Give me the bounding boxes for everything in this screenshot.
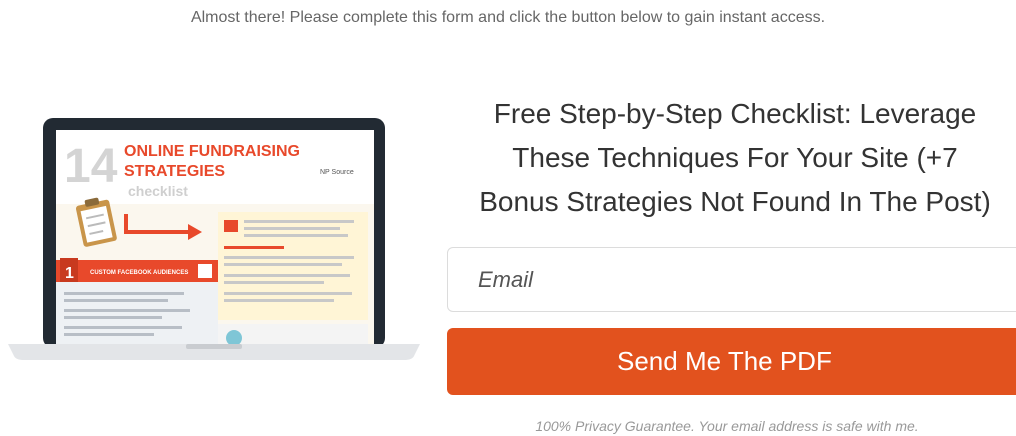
preview-step-number: 1 <box>65 265 74 282</box>
email-input[interactable] <box>447 247 1016 312</box>
instructions-text: Almost there! Please complete this form … <box>190 9 826 26</box>
preview-subtitle: checklist <box>128 183 188 199</box>
preview-title-line2: STRATEGIES <box>124 163 225 180</box>
preview-number: 14 <box>64 140 118 193</box>
headline-line-1: Free Step-by-Step Checklist: Leverage <box>493 98 977 129</box>
offer-headline: Free Step-by-Step Checklist: Leverage Th… <box>440 92 1016 224</box>
send-pdf-button[interactable]: Send Me The PDF <box>447 328 1016 395</box>
privacy-guarantee-text: 100% Privacy Guarantee. Your email addre… <box>535 418 919 434</box>
headline-line-3: Bonus Strategies Not Found In The Post) <box>479 186 991 217</box>
checklist-laptop-mockup-image: 14 ONLINE FUNDRAISING STRATEGIES checkli… <box>8 118 420 360</box>
preview-step-label: CUSTOM FACEBOOK AUDIENCES <box>90 270 188 276</box>
headline-line-2: These Techniques For Your Site (+7 <box>512 142 958 173</box>
preview-title-line1: ONLINE FUNDRAISING <box>124 143 300 160</box>
preview-brand: NP Source <box>320 169 354 176</box>
